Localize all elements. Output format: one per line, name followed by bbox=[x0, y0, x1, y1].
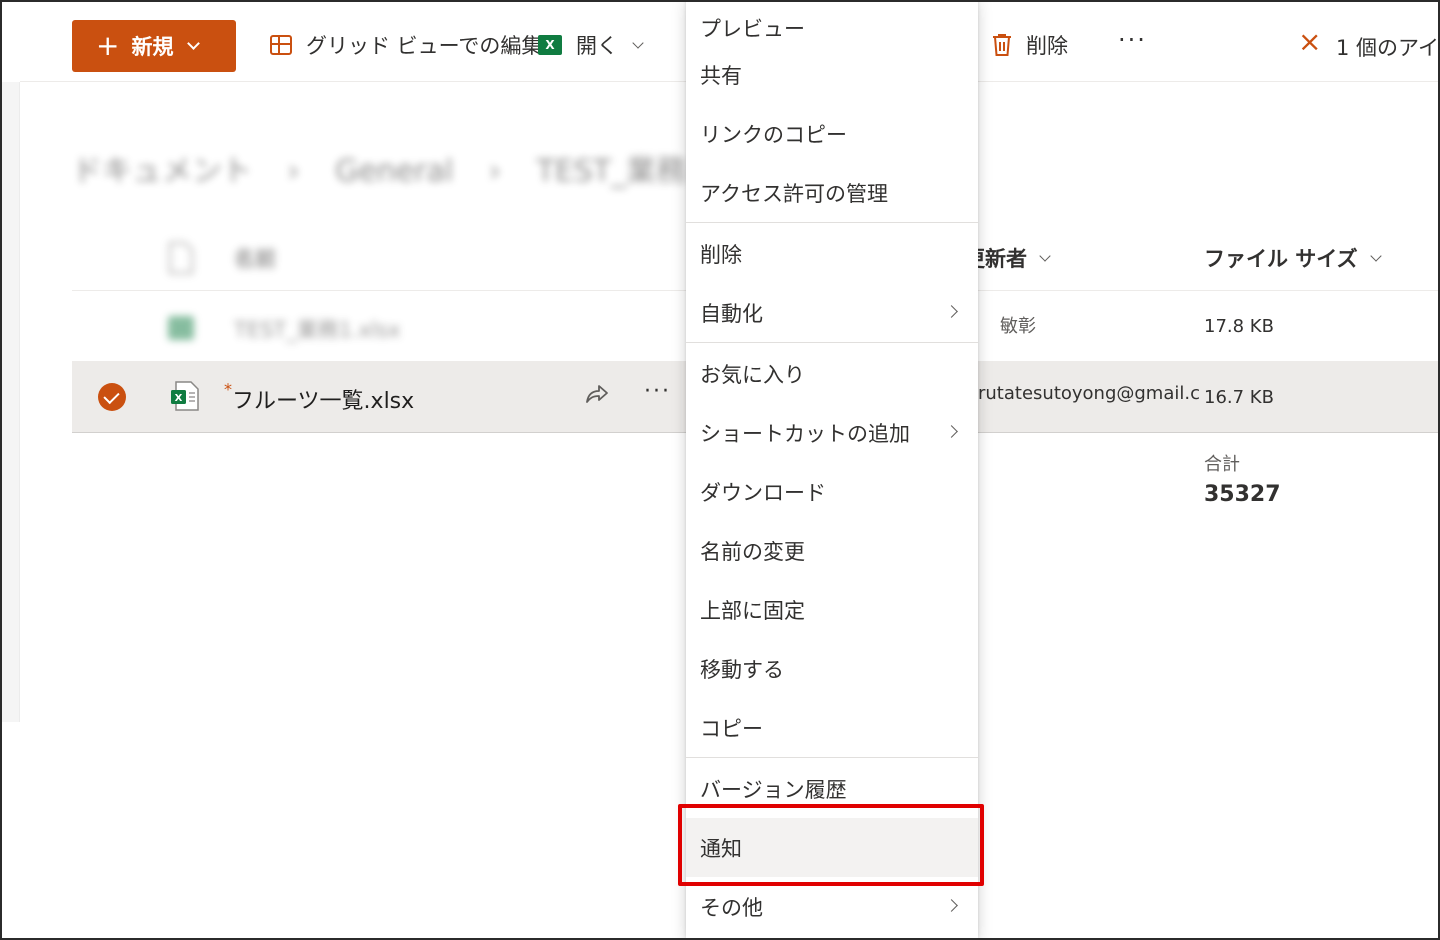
column-header-type[interactable] bbox=[168, 234, 194, 282]
menu-item-label: 名前の変更 bbox=[700, 539, 805, 564]
menu-item-label: アクセス許可の管理 bbox=[700, 181, 888, 206]
more-options-button[interactable]: ··· bbox=[1118, 26, 1147, 54]
svg-text:X: X bbox=[175, 393, 183, 404]
menu-item-label: ショートカットの追加 bbox=[700, 421, 910, 446]
menu-item-automate[interactable]: 自動化 bbox=[686, 283, 978, 342]
file-name[interactable]: TEST_業務1.xlsx bbox=[234, 314, 400, 344]
plus-icon: + bbox=[96, 29, 120, 62]
trash-icon bbox=[993, 34, 1011, 56]
menu-item-delete[interactable]: 削除 bbox=[686, 224, 978, 283]
menu-item-label: ダウンロード bbox=[700, 480, 826, 505]
close-selection-icon[interactable]: × bbox=[1298, 28, 1321, 56]
chevron-down-icon bbox=[187, 37, 201, 50]
menu-item-label: その他 bbox=[700, 895, 763, 920]
breadcrumb-separator: › bbox=[488, 154, 501, 189]
excel-icon: X bbox=[538, 35, 562, 55]
file-type-icon bbox=[169, 242, 193, 274]
menu-item-label: バージョン履歴 bbox=[700, 777, 847, 802]
breadcrumb-item[interactable]: TEST_業務 bbox=[536, 154, 686, 189]
new-button[interactable]: + 新規 bbox=[72, 20, 236, 72]
chevron-down-icon bbox=[1370, 249, 1382, 262]
column-header-file-size[interactable]: ファイル サイズ bbox=[1204, 234, 1382, 282]
row-more-options-button[interactable]: ··· bbox=[644, 379, 671, 404]
selection-count: 1 個のアイテ bbox=[1336, 36, 1439, 60]
menu-item-pin-to-top[interactable]: 上部に固定 bbox=[686, 580, 978, 639]
menu-item-favorite[interactable]: お気に入り bbox=[686, 344, 978, 403]
breadcrumb-separator: › bbox=[287, 154, 300, 189]
column-header-name[interactable]: 名前 bbox=[234, 234, 276, 282]
chevron-right-icon bbox=[945, 425, 958, 438]
menu-item-label: 削除 bbox=[700, 242, 742, 267]
modified-by: rutatesutoyong@gmail.c bbox=[978, 383, 1200, 404]
breadcrumb-item[interactable]: General bbox=[335, 154, 453, 189]
open-button[interactable]: X 開く bbox=[538, 28, 644, 62]
screenshot-frame: + 新規 グリッド ビューでの編集 X 開く 削除 ··· × 1 個のアイテ … bbox=[0, 0, 1440, 940]
context-menu: プレビュー 共有 リンクのコピー アクセス許可の管理 削除 自動化 お気に入り … bbox=[686, 2, 978, 938]
chevron-right-icon bbox=[945, 305, 958, 318]
menu-item-share[interactable]: 共有 bbox=[686, 45, 978, 104]
chevron-down-icon bbox=[1039, 249, 1051, 262]
menu-item-move[interactable]: 移動する bbox=[686, 639, 978, 698]
menu-item-alert[interactable]: 通知 bbox=[686, 818, 978, 877]
breadcrumb-item[interactable]: ドキュメント bbox=[72, 154, 252, 189]
open-label: 開く bbox=[576, 34, 618, 58]
grid-edit-label: グリッド ビューでの編集 bbox=[306, 34, 543, 58]
menu-item-add-shortcut[interactable]: ショートカットの追加 bbox=[686, 403, 978, 462]
left-nav-strip bbox=[2, 82, 20, 722]
menu-item-label: 共有 bbox=[700, 63, 742, 88]
menu-item-more[interactable]: その他 bbox=[686, 877, 978, 936]
menu-item-rename[interactable]: 名前の変更 bbox=[686, 521, 978, 580]
menu-divider bbox=[686, 222, 978, 223]
selected-check-icon[interactable] bbox=[98, 383, 126, 411]
menu-item-label: 自動化 bbox=[700, 301, 763, 326]
menu-item-label: 通知 bbox=[700, 836, 742, 861]
menu-item-copy-link[interactable]: リンクのコピー bbox=[686, 104, 978, 163]
file-size: 17.8 KB bbox=[1204, 316, 1274, 337]
menu-divider bbox=[686, 342, 978, 343]
menu-item-copy[interactable]: コピー bbox=[686, 698, 978, 757]
menu-item-label: 上部に固定 bbox=[700, 598, 805, 623]
file-name[interactable]: フルーツ一覧.xlsx bbox=[232, 383, 414, 415]
menu-item-label: お気に入り bbox=[700, 362, 805, 387]
menu-item-download[interactable]: ダウンロード bbox=[686, 462, 978, 521]
menu-item-label: プレビュー bbox=[700, 16, 805, 41]
new-item-icon: ⁎ bbox=[224, 375, 232, 394]
delete-button[interactable]: 削除 bbox=[990, 28, 1068, 62]
column-header-file-size-label: ファイル サイズ bbox=[1204, 247, 1358, 271]
grid-view-icon bbox=[270, 35, 292, 55]
new-button-label: 新規 bbox=[131, 35, 174, 59]
sum-label: 合計 bbox=[1204, 454, 1240, 475]
delete-label: 削除 bbox=[1026, 34, 1068, 58]
menu-item-label: リンクのコピー bbox=[700, 122, 847, 147]
menu-item-label: コピー bbox=[700, 716, 763, 741]
share-icon[interactable] bbox=[584, 383, 610, 407]
modified-by: 敏彰 bbox=[1000, 316, 1036, 337]
column-header-name-label: 名前 bbox=[234, 247, 276, 271]
grid-edit-button[interactable]: グリッド ビューでの編集 bbox=[270, 28, 542, 62]
breadcrumb: ドキュメント › General › TEST_業務 bbox=[72, 146, 712, 190]
chevron-right-icon bbox=[945, 899, 958, 912]
menu-item-version-history[interactable]: バージョン履歴 bbox=[686, 759, 978, 818]
file-size: 16.7 KB bbox=[1204, 387, 1274, 408]
sum-value: 35327 bbox=[1204, 482, 1281, 507]
excel-file-icon: X bbox=[171, 381, 199, 411]
menu-divider bbox=[686, 757, 978, 758]
menu-item-label: 移動する bbox=[700, 657, 784, 682]
chevron-down-icon bbox=[632, 36, 644, 49]
excel-file-icon bbox=[168, 316, 194, 340]
menu-item-manage-access[interactable]: アクセス許可の管理 bbox=[686, 163, 978, 222]
